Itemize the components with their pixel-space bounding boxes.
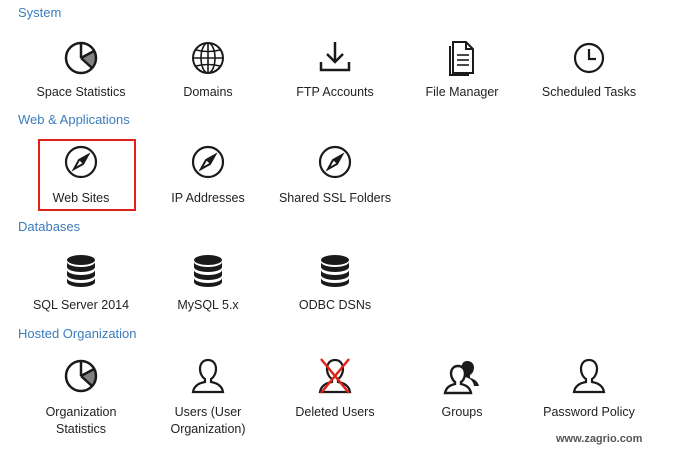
download-icon [319,42,351,72]
tile-web-sites[interactable]: Web Sites [21,142,141,205]
document-icon [449,41,474,76]
tile-odbc-dsns[interactable]: ODBC DSNs [275,251,395,312]
tile-sql-server-2014[interactable]: SQL Server 2014 [21,251,141,312]
tile-label: MySQL 5.x [177,298,239,312]
section-title-databases: Databases [18,219,81,234]
compass-icon [64,145,98,179]
tile-label: File Manager [425,85,499,99]
tile-label: Scheduled Tasks [541,85,637,99]
deleted-user-icon [318,358,352,394]
tile-shared-ssl-folders[interactable]: Shared SSL Folders [275,142,395,205]
database-icon [67,255,95,287]
tile-label: FTP Accounts [296,85,374,99]
tile-label: ODBC DSNs [298,298,372,312]
tile-domains[interactable]: Domains [148,38,268,99]
tile-space-statistics[interactable]: Space Statistics [21,38,141,99]
tile-label: Deleted Users [295,405,375,419]
section-title-web-applications: Web & Applications [18,112,130,127]
tile-label: Web Sites [52,191,110,205]
tile-ip-addresses[interactable]: IP Addresses [148,142,268,205]
tile-label: Domains [183,85,233,99]
tile-label: Shared SSL Folders [278,191,392,205]
pie-chart-icon [64,41,98,75]
tile-users-user-organization[interactable]: Users (User Organization) [148,356,268,436]
globe-icon [192,42,224,74]
tile-label: Groups [441,405,483,419]
tile-file-manager[interactable]: File Manager [402,38,522,99]
compass-icon [318,145,352,179]
pie-chart-icon [64,359,98,393]
tile-password-policy[interactable]: Password Policy [529,356,649,419]
database-icon [194,255,222,287]
database-icon [321,255,349,287]
clock-icon [573,42,605,74]
tile-mysql-5x[interactable]: MySQL 5.x [148,251,268,312]
section-title-hosted-organization: Hosted Organization [18,326,137,341]
tile-scheduled-tasks[interactable]: Scheduled Tasks [529,38,649,99]
user-icon [572,358,606,394]
tile-label: Organization Statistics [45,405,117,436]
tile-groups[interactable]: Groups [402,356,522,419]
tile-organization-statistics[interactable]: Organization Statistics [21,356,141,436]
tile-deleted-users[interactable]: Deleted Users [275,356,395,419]
watermark: www.zagrio.com [556,433,643,445]
user-icon [191,358,225,394]
tile-label: Space Statistics [36,85,126,99]
section-title-system: System [18,5,62,20]
tile-label: SQL Server 2014 [32,298,130,312]
group-icon [443,361,479,395]
tile-ftp-accounts[interactable]: FTP Accounts [275,38,395,99]
tile-label: IP Addresses [171,191,245,205]
compass-icon [191,145,225,179]
tile-label: Password Policy [543,405,635,419]
tile-label: Users (User Organization) [170,405,246,436]
